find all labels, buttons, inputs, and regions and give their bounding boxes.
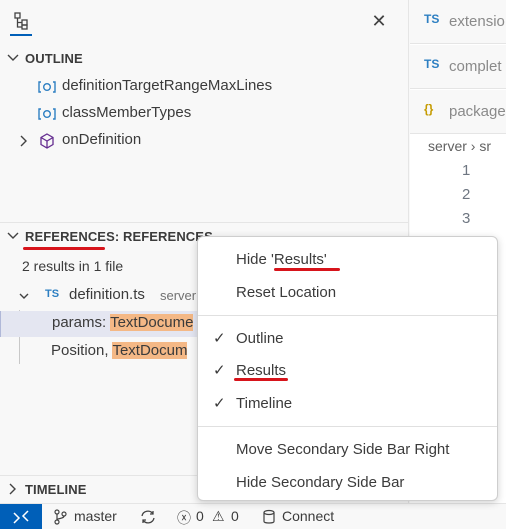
editor-tab[interactable]: TS complet <box>410 45 506 89</box>
outline-menu-item[interactable]: ✓ Outline <box>202 325 494 353</box>
check-icon: ✓ <box>213 395 226 412</box>
context-menu: Hide 'Results' Reset Location ✓ Outline … <box>197 236 498 501</box>
line-number: 1 <box>462 162 471 179</box>
outline-section-header[interactable]: OUTLINE <box>0 46 408 72</box>
menu-item-label: Outline <box>236 330 284 347</box>
method-icon <box>40 133 54 149</box>
timeline-title: TIMELINE <box>25 482 87 497</box>
outline-item-label: classMemberTypes <box>62 104 192 121</box>
line-number: 2 <box>462 186 471 203</box>
sync-icon[interactable] <box>139 509 157 525</box>
outline-item-label: definitionTargetRangeMaxLines <box>62 77 273 94</box>
result-match: TextDocume <box>110 314 194 331</box>
timeline-menu-item[interactable]: ✓ Timeline <box>202 390 494 418</box>
outline-item[interactable]: onDefinition <box>0 128 408 154</box>
breadcrumb[interactable]: server › sr <box>428 138 491 154</box>
chevron-down-icon <box>7 54 19 61</box>
outline-item[interactable]: classMemberTypes <box>0 101 408 127</box>
result-prefix: params: <box>52 314 111 331</box>
menu-item-label: Hide Secondary Side Bar <box>236 474 405 491</box>
status-bar: master ⓧ 0 ⚠ 0 Connect <box>0 503 506 529</box>
reference-file-name: definition.ts <box>69 286 145 303</box>
check-icon: ✓ <box>213 362 226 379</box>
check-icon: ✓ <box>213 330 226 347</box>
reference-file-path: server <box>160 288 197 303</box>
breadcrumb-item[interactable]: server <box>428 138 467 154</box>
menu-separator <box>198 426 497 427</box>
typescript-file-icon: TS <box>424 57 440 71</box>
result-match: TextDocum <box>112 342 188 359</box>
json-file-icon: {} <box>424 102 434 116</box>
field-icon <box>38 108 56 120</box>
hide-results-menu-item[interactable]: Hide 'Results' <box>202 246 494 274</box>
error-count[interactable]: 0 <box>196 508 204 524</box>
menu-item-label: Move Secondary Side Bar Right <box>236 441 450 458</box>
breadcrumb-item[interactable]: sr <box>479 138 491 154</box>
warning-count[interactable]: 0 <box>231 508 239 524</box>
connect-button[interactable]: Connect <box>282 508 334 524</box>
tab-label: extensio <box>449 13 505 30</box>
section-divider <box>0 222 408 223</box>
reset-location-menu-item[interactable]: Reset Location <box>202 279 494 307</box>
chevron-down-icon <box>7 232 19 239</box>
references-title: REFERENCES: REFERENCES <box>25 229 213 244</box>
menu-item-label: Hide 'Results' <box>236 251 327 268</box>
database-icon <box>263 509 275 524</box>
menu-item-label: Timeline <box>236 395 293 412</box>
error-icon: ⓧ <box>177 510 191 526</box>
git-branch-icon <box>54 509 67 525</box>
line-number: 3 <box>462 210 471 227</box>
menu-separator <box>198 315 497 316</box>
chevron-down-icon <box>19 293 29 299</box>
field-icon <box>38 81 56 93</box>
typescript-file-icon: TS <box>424 12 440 26</box>
side-bar-header: ✕ <box>0 0 408 44</box>
typescript-file-icon: TS <box>45 288 60 300</box>
remote-icon <box>13 510 29 524</box>
chevron-right-icon <box>9 483 16 495</box>
git-branch[interactable]: master <box>74 508 117 524</box>
move-side-bar-right-menu-item[interactable]: Move Secondary Side Bar Right <box>202 436 494 464</box>
outline-item[interactable]: definitionTargetRangeMaxLines <box>0 74 408 100</box>
warning-icon: ⚠ <box>212 508 225 524</box>
menu-item-label: Results <box>236 362 287 379</box>
tab-label: complet <box>449 58 502 75</box>
hide-secondary-side-bar-menu-item[interactable]: Hide Secondary Side Bar <box>202 469 494 497</box>
outline-item-label: onDefinition <box>62 131 142 148</box>
annotation-underline <box>274 268 340 271</box>
annotation-underline <box>23 247 105 250</box>
annotation-underline <box>234 378 288 381</box>
editor-tab[interactable]: TS extensio <box>410 0 506 44</box>
menu-item-label: Reset Location <box>236 284 337 301</box>
editor-tab[interactable]: {} package <box>410 90 506 134</box>
outline-view-icon[interactable] <box>10 8 32 36</box>
remote-indicator[interactable] <box>0 504 42 529</box>
close-icon[interactable]: ✕ <box>368 10 390 32</box>
outline-title: OUTLINE <box>25 51 83 66</box>
chevron-right-icon[interactable] <box>18 134 30 148</box>
tab-label: package <box>449 103 506 120</box>
result-prefix: Position, <box>51 342 113 359</box>
